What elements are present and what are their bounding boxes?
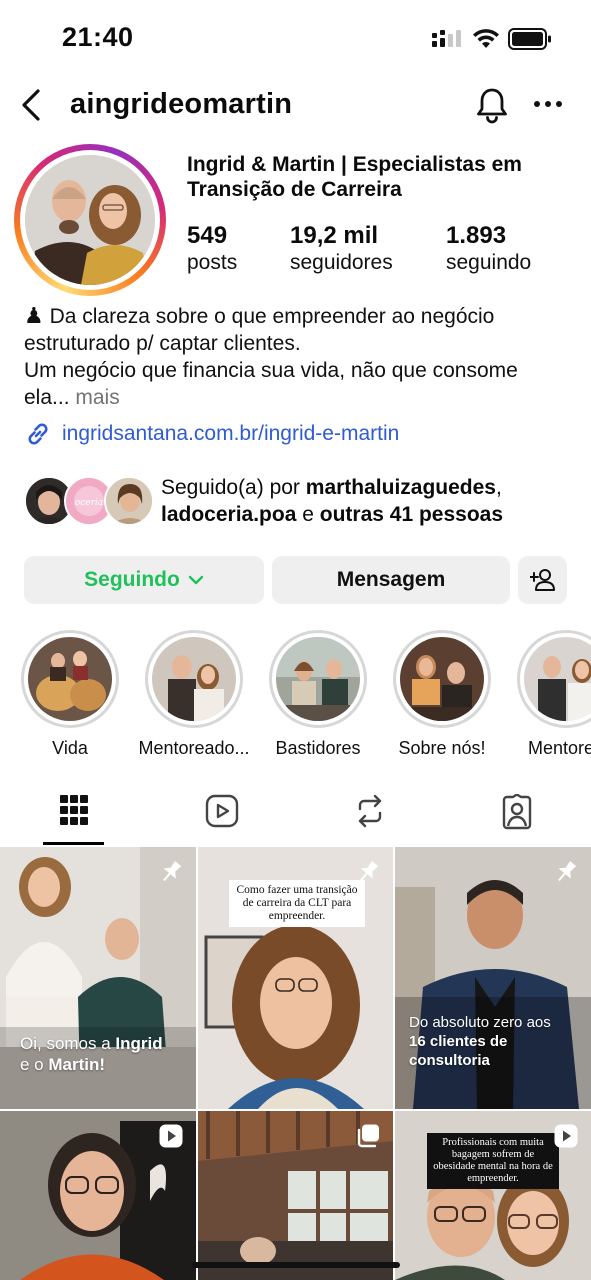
followers-count: 19,2 mil <box>290 222 379 249</box>
highlight-cover <box>152 637 236 721</box>
highlight-bastidores[interactable]: Bastidores <box>269 630 367 759</box>
bio-more-link[interactable]: mais <box>75 386 119 409</box>
chevron-down-icon <box>188 575 204 585</box>
profile-avatar-story-ring[interactable] <box>14 144 166 296</box>
highlight-cover <box>28 637 112 721</box>
reel-icon <box>159 1124 183 1148</box>
stat-followers[interactable]: 19,2 mil seguidores <box>290 222 393 276</box>
highlight-mentoreados[interactable]: Mentoreado... <box>138 630 250 759</box>
status-bar: 21:40 <box>0 0 591 78</box>
profile-header: aingrideomartin <box>0 80 591 130</box>
post-caption: Do absoluto zero aos 16 clientes de cons… <box>409 1014 551 1069</box>
followed-by-section[interactable]: oceria Seguido(a) por marthaluizaguedes,… <box>24 474 584 530</box>
wifi-icon <box>473 29 499 48</box>
followed-by-prefix: Seguido(a) por <box>161 476 300 499</box>
repost-icon <box>358 794 382 828</box>
highlight-sobre-nos[interactable]: Sobre nós! <box>393 630 491 759</box>
carousel-icon <box>357 1124 379 1148</box>
post-text-overlay: Profissionais com muita bagagem sofrem d… <box>427 1133 559 1189</box>
message-button-label: Mensagem <box>336 568 446 591</box>
avatar <box>25 155 155 285</box>
avatar-photo <box>25 155 155 285</box>
highlight-mentorea[interactable]: Mentorea <box>517 630 591 759</box>
highlight-vida[interactable]: Vida <box>21 630 119 759</box>
link-icon <box>28 423 48 445</box>
website-url: ingridsantana.com.br/ingrid-e-martin <box>62 422 400 445</box>
post-tile-3[interactable]: Do absoluto zero aos 16 clientes de cons… <box>395 847 591 1109</box>
highlight-label: Mentorea <box>527 738 591 758</box>
tab-tagged[interactable] <box>443 788 591 846</box>
profile-content-tabs <box>0 788 591 846</box>
stat-posts[interactable]: 549 posts <box>187 222 237 276</box>
back-arrow-icon[interactable] <box>16 86 48 124</box>
post-tile-4[interactable] <box>0 1111 196 1280</box>
profile-website-link[interactable]: ingridsantana.com.br/ingrid-e-martin <box>24 420 399 448</box>
following-button[interactable]: Seguindo <box>24 556 264 604</box>
followed-by-others[interactable]: outras 41 pessoas <box>320 503 503 526</box>
cellular-signal-icon <box>432 30 461 47</box>
followed-by-conjunction: e <box>302 503 314 526</box>
pin-icon <box>163 861 182 882</box>
following-label: seguindo <box>446 251 532 274</box>
chess-pawn-icon: ♟ <box>24 303 44 328</box>
highlight-cover <box>276 637 360 721</box>
post-tile-6[interactable]: Profissionais com muita bagagem sofrem d… <box>395 1111 591 1280</box>
svg-text:oceria: oceria <box>75 498 103 508</box>
reels-icon <box>205 794 239 828</box>
tagged-person-icon <box>502 794 532 830</box>
follower-avatar-3 <box>104 476 154 526</box>
followed-by-comma: , <box>496 476 502 499</box>
highlight-label: Vida <box>52 738 88 758</box>
posts-label: posts <box>187 251 238 274</box>
following-count: 1.893 <box>446 222 507 249</box>
post-text-overlay: Como fazer uma transição de carreira da … <box>229 880 365 927</box>
highlight-cover <box>400 637 484 721</box>
post-caption: Oi, somos a Ingrid e o Martin! <box>20 1034 163 1074</box>
tab-reels[interactable] <box>148 788 296 846</box>
following-button-label: Seguindo <box>84 568 180 591</box>
post-tile-5[interactable] <box>198 1111 393 1280</box>
suggested-users-button[interactable] <box>518 556 567 604</box>
followed-by-user-2[interactable]: ladoceria.poa <box>161 503 296 526</box>
profile-bio: ♟ Da clareza sobre o que empreender ao n… <box>24 302 569 411</box>
tab-reposts[interactable] <box>296 788 444 846</box>
more-options-icon[interactable] <box>532 98 564 110</box>
highlight-label: Bastidores <box>275 738 361 758</box>
reel-icon <box>554 1124 578 1148</box>
tab-posts-grid[interactable] <box>0 788 148 846</box>
notification-bell-icon[interactable] <box>474 86 510 124</box>
grid-icon <box>60 795 88 825</box>
home-indicator[interactable] <box>192 1262 400 1268</box>
add-person-icon <box>529 569 555 591</box>
profile-username: aingrideomartin <box>70 88 293 120</box>
highlight-label: Sobre nós! <box>398 738 486 758</box>
post-tile-1[interactable]: Oi, somos a Ingrid e o Martin! <box>0 847 196 1109</box>
profile-full-name: Ingrid & Martin | Especialistas em Trans… <box>187 153 522 201</box>
posts-grid: Oi, somos a Ingrid e o Martin! Como faze… <box>0 847 591 1280</box>
posts-count: 549 <box>187 222 228 249</box>
post-tile-2[interactable]: Como fazer uma transição de carreira da … <box>198 847 393 1109</box>
battery-icon <box>508 28 551 50</box>
followed-by-user-1[interactable]: marthaluizaguedes <box>306 476 496 499</box>
followers-label: seguidores <box>290 251 393 274</box>
message-button[interactable]: Mensagem <box>272 556 510 604</box>
highlight-cover <box>524 637 591 721</box>
pin-icon <box>558 861 577 882</box>
highlight-label: Mentoreado... <box>138 738 250 758</box>
bio-line-1: Da clareza sobre o que empreender ao neg… <box>24 305 495 355</box>
active-tab-indicator <box>43 842 104 845</box>
pin-icon <box>360 861 379 882</box>
status-time: 21:40 <box>62 22 134 52</box>
stat-following[interactable]: 1.893 seguindo <box>446 222 531 276</box>
